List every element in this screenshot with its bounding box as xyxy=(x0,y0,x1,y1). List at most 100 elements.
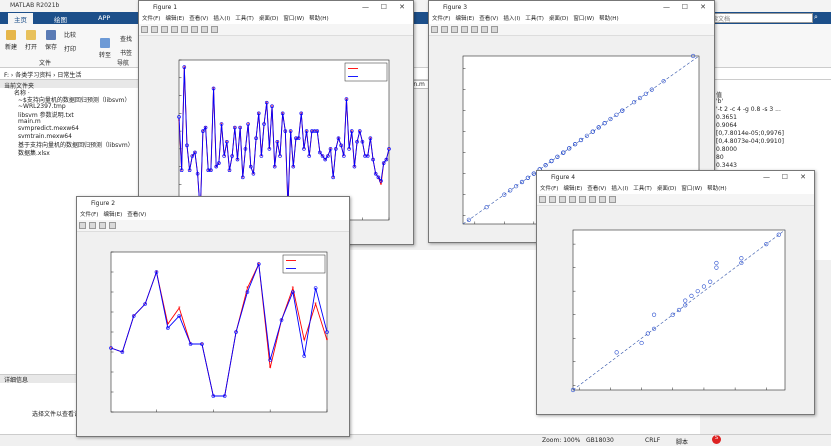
figure4-menubar: 文件(F) 编辑(E) 查看(V) 插入(I) 工具(T) 桌面(D) 窗口(W) 帮助(H) xyxy=(537,184,814,194)
compare-button[interactable]: 比较 xyxy=(64,30,94,39)
menu-item[interactable]: 桌面(D) xyxy=(657,186,677,192)
menu-item[interactable]: 编辑(E) xyxy=(103,212,122,218)
close-icon[interactable]: ✕ xyxy=(399,3,405,11)
tab-plots[interactable]: 绘图 xyxy=(48,13,73,24)
figure4-canvas xyxy=(537,206,814,414)
file-list: ~$支持向量机的数据回归预测（libsvm） ~WRL2397.tmp libsvm… xyxy=(0,95,139,157)
menu-item[interactable]: 帮助(H) xyxy=(309,16,328,22)
figure1-title: Figure 1 xyxy=(153,4,178,11)
workspace-value[interactable]: 'b' xyxy=(700,98,831,106)
figure4-chart xyxy=(570,229,786,393)
figure4-toolbar xyxy=(537,194,814,206)
workspace-value-header: 值 xyxy=(716,92,723,99)
plot-area xyxy=(110,251,328,413)
figure1-toolbar xyxy=(139,24,413,36)
close-icon[interactable]: ✕ xyxy=(700,3,706,11)
menu-item[interactable]: 文件(F) xyxy=(80,212,98,218)
menu-item[interactable]: 查看(V) xyxy=(587,186,606,192)
workspace-values: 'b' '-t 2 -c 4 -g 0.8 -s 3 ... 0.3651 0.906… xyxy=(700,98,831,170)
menu-item[interactable]: 帮助(H) xyxy=(599,16,618,22)
menu-item[interactable]: 插入(I) xyxy=(213,16,230,22)
eol-status: CRLF xyxy=(645,437,661,444)
workspace-value[interactable]: 80 xyxy=(700,154,831,162)
minimize-icon[interactable]: — xyxy=(663,3,670,11)
print-button[interactable]: 打印 xyxy=(64,44,94,53)
menu-item[interactable]: 窗口(W) xyxy=(283,16,304,22)
menu-item[interactable]: 窗口(W) xyxy=(681,186,702,192)
tab-apps[interactable]: APP xyxy=(92,13,116,24)
menu-item[interactable]: 插入(I) xyxy=(611,186,628,192)
menu-item[interactable]: 文件(F) xyxy=(142,16,160,22)
goto-icon xyxy=(100,38,110,48)
minimize-icon[interactable]: — xyxy=(763,173,770,181)
menu-item[interactable]: 窗口(W) xyxy=(573,16,594,22)
menu-item[interactable]: 桌面(D) xyxy=(259,16,279,22)
menu-item[interactable]: 桌面(D) xyxy=(549,16,569,22)
figure2-title: Figure 2 xyxy=(91,200,116,207)
zoom-status: Zoom: 100% xyxy=(542,437,581,444)
file-item[interactable]: 基于支持向量机的数据回归预测（libsvm） xyxy=(0,140,139,149)
save-icon xyxy=(46,30,56,40)
menu-item[interactable]: 帮助(H) xyxy=(707,186,726,192)
workspace-value[interactable]: '-t 2 -c 4 -g 0.8 -s 3 ... xyxy=(700,106,831,114)
legend-box xyxy=(282,254,326,274)
search-icon[interactable]: ⌕ xyxy=(814,13,818,22)
open-folder-icon xyxy=(26,30,36,40)
close-icon[interactable]: ✕ xyxy=(800,173,806,181)
figure3-titlebar[interactable]: Figure 3 — ☐ ✕ xyxy=(429,1,714,14)
workspace-value[interactable]: 0.3651 xyxy=(700,114,831,122)
file-item[interactable]: svmtrain.mexw64 xyxy=(0,133,139,141)
maximize-icon[interactable]: ☐ xyxy=(782,173,788,181)
figure4-title: Figure 4 xyxy=(551,174,576,181)
file-group-label: 文件 xyxy=(38,60,51,67)
figure4-titlebar[interactable]: Figure 4 — ☐ ✕ xyxy=(537,171,814,184)
encoding-status: GB18030 xyxy=(586,437,614,444)
figure1-titlebar[interactable]: Figure 1 — ☐ ✕ xyxy=(139,1,413,14)
actual-point-marker: * xyxy=(326,338,329,344)
minimize-icon[interactable]: — xyxy=(362,3,369,11)
legend-box xyxy=(344,62,388,82)
file-item[interactable]: svmpredict.mexw64 xyxy=(0,125,139,133)
figure3-toolbar xyxy=(429,24,714,36)
figure3-menubar: 文件(F) 编辑(E) 查看(V) 插入(I) 工具(T) 桌面(D) 窗口(W) 帮助(H) xyxy=(429,14,714,24)
menu-item[interactable]: 工具(T) xyxy=(633,186,652,192)
current-folder-header: 当前文件夹 xyxy=(0,80,139,90)
menu-item[interactable]: 编辑(E) xyxy=(165,16,184,22)
menu-item[interactable]: 编辑(E) xyxy=(563,186,582,192)
menu-item[interactable]: 编辑(E) xyxy=(455,16,474,22)
menu-item[interactable]: 文件(F) xyxy=(432,16,450,22)
tab-home[interactable]: 主页 xyxy=(8,13,33,24)
workspace-value[interactable]: 0.3443 xyxy=(700,162,831,170)
workspace-value[interactable]: [0,4.8073e-04;0.9910] xyxy=(700,138,831,146)
figure2-titlebar[interactable]: Figure 2 xyxy=(77,197,349,210)
maximize-icon[interactable]: ☐ xyxy=(682,3,688,11)
figure3-title: Figure 3 xyxy=(443,4,468,11)
menu-item[interactable]: 查看(V) xyxy=(479,16,498,22)
menu-item[interactable]: 插入(I) xyxy=(503,16,520,22)
figure2-chart: ******** ** ********** xyxy=(109,251,329,413)
new-button[interactable]: 新建 xyxy=(0,30,22,51)
search-input[interactable]: 搜索文档 xyxy=(703,13,813,23)
file-item[interactable]: libsvm 参数说明.txt xyxy=(0,110,139,119)
figure1-menubar: 文件(F) 编辑(E) 查看(V) 插入(I) 工具(T) 桌面(D) 窗口(W) 帮助(H) xyxy=(139,14,413,24)
menu-item[interactable]: 文件(F) xyxy=(540,186,558,192)
menu-item[interactable]: 查看(V) xyxy=(189,16,208,22)
name-column-header[interactable]: 名称 · xyxy=(0,88,139,97)
figure4-window: Figure 4 — ☐ ✕ 文件(F) 编辑(E) 查看(V) 插入(I) 工具(T) 桌面… xyxy=(536,170,815,415)
save-button[interactable]: 保存 xyxy=(40,30,62,51)
workspace-value[interactable]: [0,7.8014e-05;0,9976] xyxy=(700,130,831,138)
maximize-icon[interactable]: ☐ xyxy=(381,3,387,11)
menu-item[interactable]: 工具(T) xyxy=(235,16,254,22)
new-icon xyxy=(6,30,16,40)
file-item[interactable]: ~$支持向量机的数据回归预测（libsvm） xyxy=(0,95,139,104)
menu-item[interactable]: 工具(T) xyxy=(525,16,544,22)
menu-item[interactable]: 查看(V) xyxy=(127,212,146,218)
ime-icon[interactable]: S xyxy=(712,435,721,444)
workspace-value[interactable]: 0.9064 xyxy=(700,122,831,130)
matlab-title: MATLAB R2021b xyxy=(10,2,60,9)
figure2-canvas: * * * * * * * * * * * * * * * * * * * * xyxy=(77,232,349,436)
workspace-value[interactable]: 0.8000 xyxy=(700,146,831,154)
open-button[interactable]: 打开 xyxy=(20,30,42,51)
figure2-toolbar xyxy=(77,220,349,232)
goto-button[interactable]: 转至 xyxy=(94,38,116,59)
